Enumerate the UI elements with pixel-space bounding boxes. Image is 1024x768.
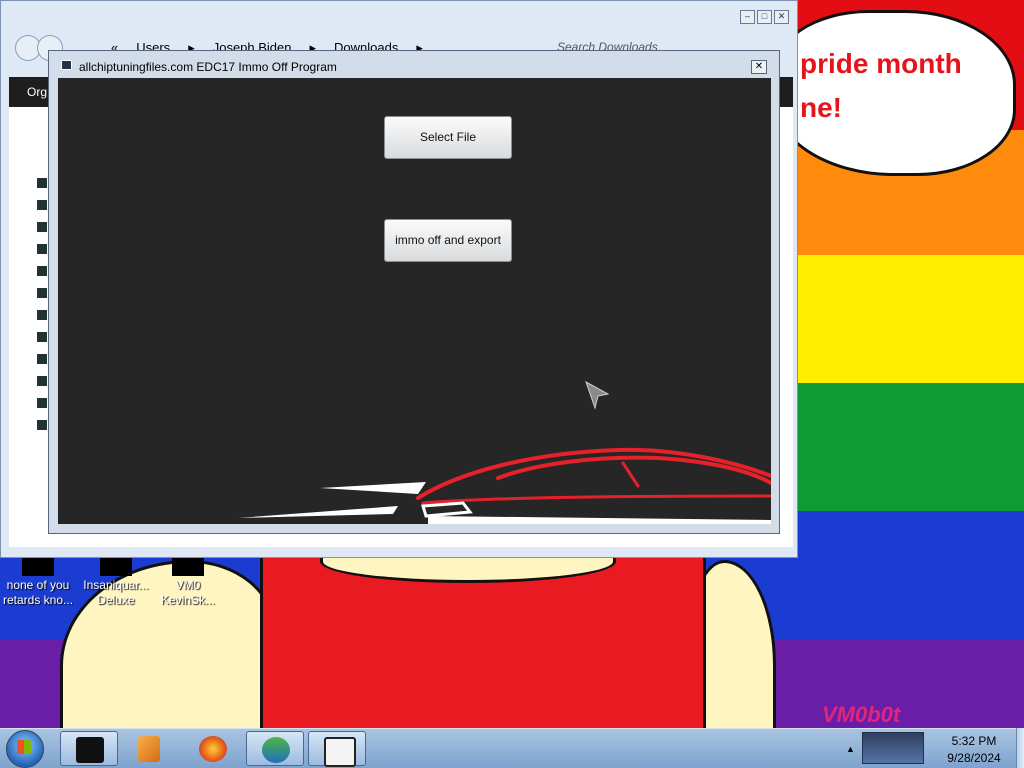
tree-item-icon[interactable]	[37, 222, 47, 232]
explorer-caption-buttons: – □ ✕	[740, 10, 789, 24]
desktop-icon-insaniquarium[interactable]: Insaniquar... Deluxe	[78, 558, 154, 608]
desktop-file-icon	[22, 558, 54, 576]
desktop-icon-label: Insaniquar... Deluxe	[83, 578, 149, 607]
mouse-cursor-icon	[585, 381, 610, 410]
taskbar-item-media-player[interactable]	[120, 731, 178, 766]
dialog-title: allchiptuningfiles.com EDC17 Immo Off Pr…	[79, 60, 337, 74]
tree-item-icon[interactable]	[37, 178, 47, 188]
taskbar-item-app[interactable]	[60, 731, 118, 766]
dialog-titlebar[interactable]: allchiptuningfiles.com EDC17 Immo Off Pr…	[49, 51, 779, 79]
system-tray-icons[interactable]	[862, 732, 924, 764]
tree-item-icon[interactable]	[37, 266, 47, 276]
maximize-icon[interactable]: □	[757, 10, 772, 24]
desktop-icon-vm0-kevin[interactable]: VM0 KevinSk...	[150, 558, 226, 608]
speech-bubble-text: pride month ne!	[800, 48, 962, 123]
desktop-file-icon	[172, 558, 204, 576]
immo-off-dialog[interactable]: allchiptuningfiles.com EDC17 Immo Off Pr…	[48, 50, 780, 534]
tree-item-icon[interactable]	[37, 376, 47, 386]
minimize-icon[interactable]: –	[740, 10, 755, 24]
tree-item-icon[interactable]	[37, 420, 47, 430]
tree-item-icon[interactable]	[37, 200, 47, 210]
game-icon	[100, 558, 132, 576]
tree-item-icon[interactable]	[37, 398, 47, 408]
tree-item-icon[interactable]	[37, 332, 47, 342]
taskbar-item-firefox[interactable]	[184, 731, 242, 766]
taskbar-item-downloader[interactable]	[246, 731, 304, 766]
dialog-client-area: Select File immo off and export	[58, 78, 771, 524]
immo-off-export-button[interactable]: immo off and export	[384, 219, 512, 262]
tree-item-icon[interactable]	[37, 354, 47, 364]
clock-time: 5:32 PM	[951, 734, 997, 748]
show-desktop-button[interactable]	[1016, 728, 1024, 768]
taskbar-item-immo-program[interactable]	[308, 731, 366, 767]
media-player-icon	[138, 736, 160, 762]
system-clock[interactable]: 5:32 PM 9/28/2024	[936, 733, 1012, 767]
program-windows-icon	[324, 737, 356, 767]
close-button[interactable]: ✕	[751, 60, 767, 74]
firefox-icon	[199, 736, 227, 762]
close-icon[interactable]: ✕	[774, 10, 789, 24]
show-hidden-icons-button[interactable]: ▲	[846, 744, 855, 754]
app-window-icon	[76, 737, 104, 763]
windows-logo-icon	[17, 740, 31, 754]
download-manager-icon	[262, 737, 290, 763]
tree-item-icon[interactable]	[37, 310, 47, 320]
application-icon	[61, 60, 72, 70]
select-file-button[interactable]: Select File	[384, 116, 512, 159]
organize-button[interactable]: Org	[27, 85, 47, 99]
clock-date: 9/28/2024	[947, 751, 1001, 765]
desktop-icon-label: none of you retards kno...	[2, 578, 74, 607]
desktop-icon-label: VM0 KevinSk...	[160, 578, 216, 607]
wallpaper-watermark: VM0b0t	[822, 702, 901, 727]
desktop-icon-none-of-you[interactable]: none of you retards kno...	[0, 558, 76, 608]
tree-item-icon[interactable]	[37, 288, 47, 298]
tree-item-icon[interactable]	[37, 244, 47, 254]
